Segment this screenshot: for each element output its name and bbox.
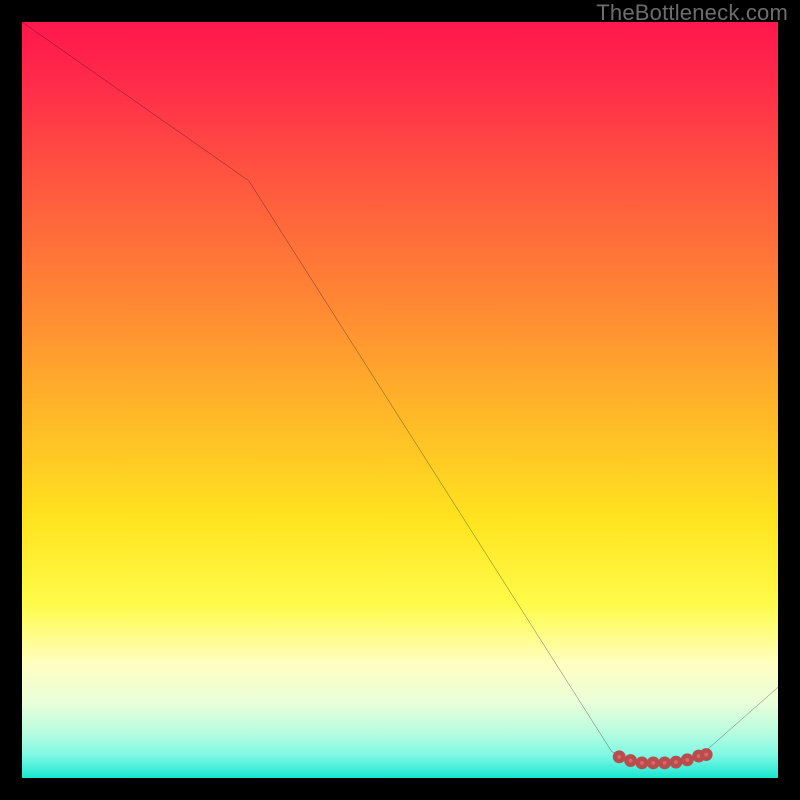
optimal-dot	[615, 753, 623, 761]
optimal-dot	[649, 759, 657, 767]
optimal-dot	[683, 756, 691, 764]
optimal-dot	[672, 758, 680, 766]
chart-stage: TheBottleneck.com	[0, 0, 800, 800]
optimal-region-dots	[615, 750, 710, 767]
bottleneck-curve-line	[22, 22, 778, 763]
chart-svg	[22, 22, 778, 778]
optimal-dot	[626, 756, 634, 764]
plot-area	[22, 22, 778, 778]
optimal-dot	[660, 759, 668, 767]
optimal-dot	[702, 750, 710, 758]
optimal-dot	[638, 759, 646, 767]
